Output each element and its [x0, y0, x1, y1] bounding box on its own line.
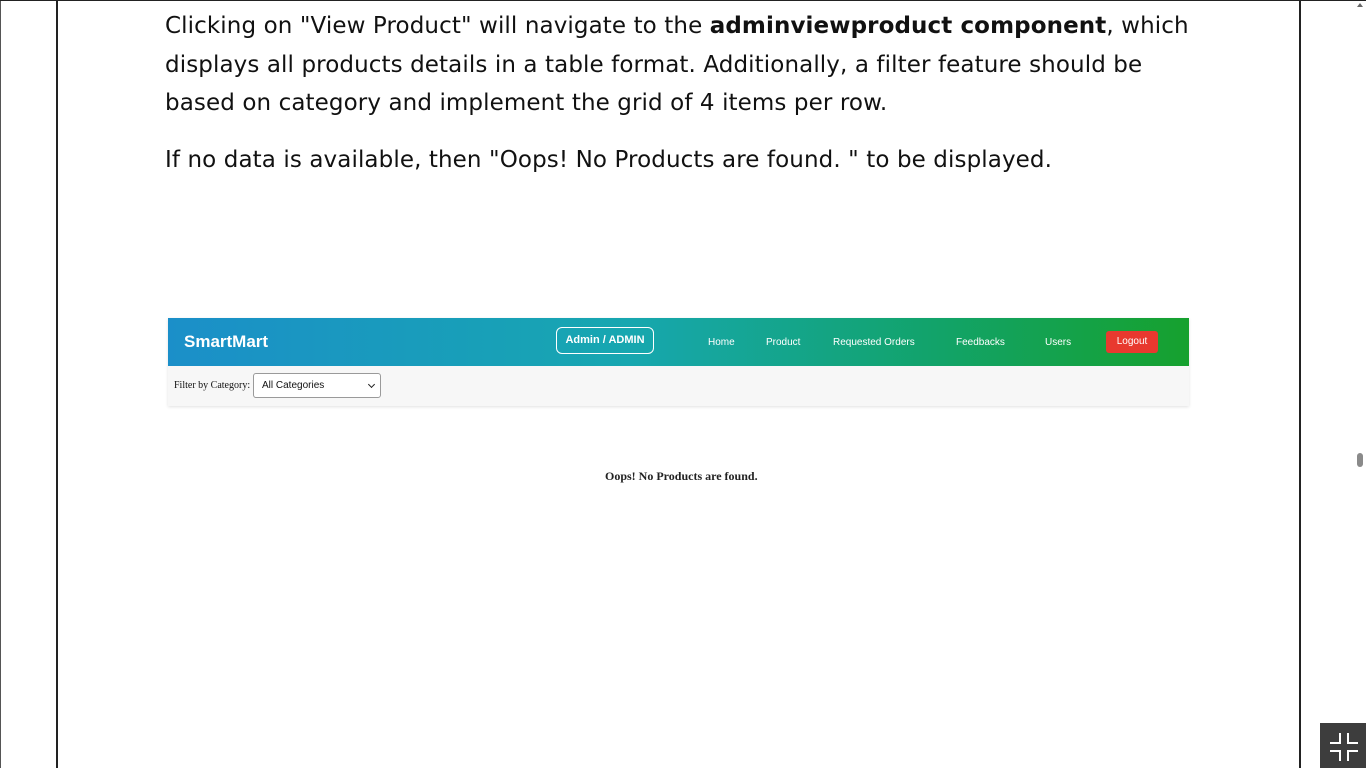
empty-products-message: Oops! No Products are found. [605, 469, 758, 483]
scroll-up-arrow-icon[interactable] [1357, 3, 1363, 7]
paragraph-view-product: Clicking on "View Product" will navigate… [165, 7, 1205, 123]
exit-fullscreen-icon [1330, 733, 1341, 744]
slide-right-border [1299, 1, 1301, 768]
nav-link-users: Users [1045, 337, 1072, 348]
paragraph-no-data: If no data is available, then "Oops! No … [165, 146, 1053, 173]
navbar: SmartMart Admin / ADMIN Home Product Req… [168, 318, 1189, 366]
nav-link-product: Product [766, 337, 801, 348]
nav-link-home: Home [708, 337, 735, 348]
vertical-scrollbar[interactable] [1352, 1, 1366, 768]
presentation-viewport: Clicking on "View Product" will navigate… [0, 0, 1366, 768]
window-edge [0, 1, 1, 768]
exit-fullscreen-icon [1347, 750, 1358, 761]
embedded-app-screenshot: SmartMart Admin / ADMIN Home Product Req… [168, 318, 1189, 406]
slide-body-text: Clicking on "View Product" will navigate… [165, 7, 1205, 179]
slide-left-border [56, 1, 58, 768]
nav-link-requested-orders: Requested Orders [833, 337, 915, 348]
exit-fullscreen-icon [1347, 733, 1358, 744]
category-selected-value: All Categories [262, 380, 325, 391]
logout-button: Logout [1106, 331, 1158, 353]
chevron-down-icon [367, 380, 376, 389]
paragraph-text-start: Clicking on "View Product" will navigate… [165, 13, 710, 39]
component-name-bold: adminviewproduct component [709, 13, 1107, 39]
brand-logo-text: SmartMart [184, 332, 269, 351]
exit-fullscreen-button[interactable] [1320, 723, 1366, 768]
admin-role-badge: Admin / ADMIN [556, 327, 654, 354]
category-filter-select: All Categories [253, 373, 381, 398]
filter-category-label: Filter by Category: [174, 380, 251, 391]
exit-fullscreen-icon [1330, 750, 1341, 761]
nav-link-feedbacks: Feedbacks [956, 337, 1005, 348]
scrollbar-thumb[interactable] [1357, 453, 1363, 467]
